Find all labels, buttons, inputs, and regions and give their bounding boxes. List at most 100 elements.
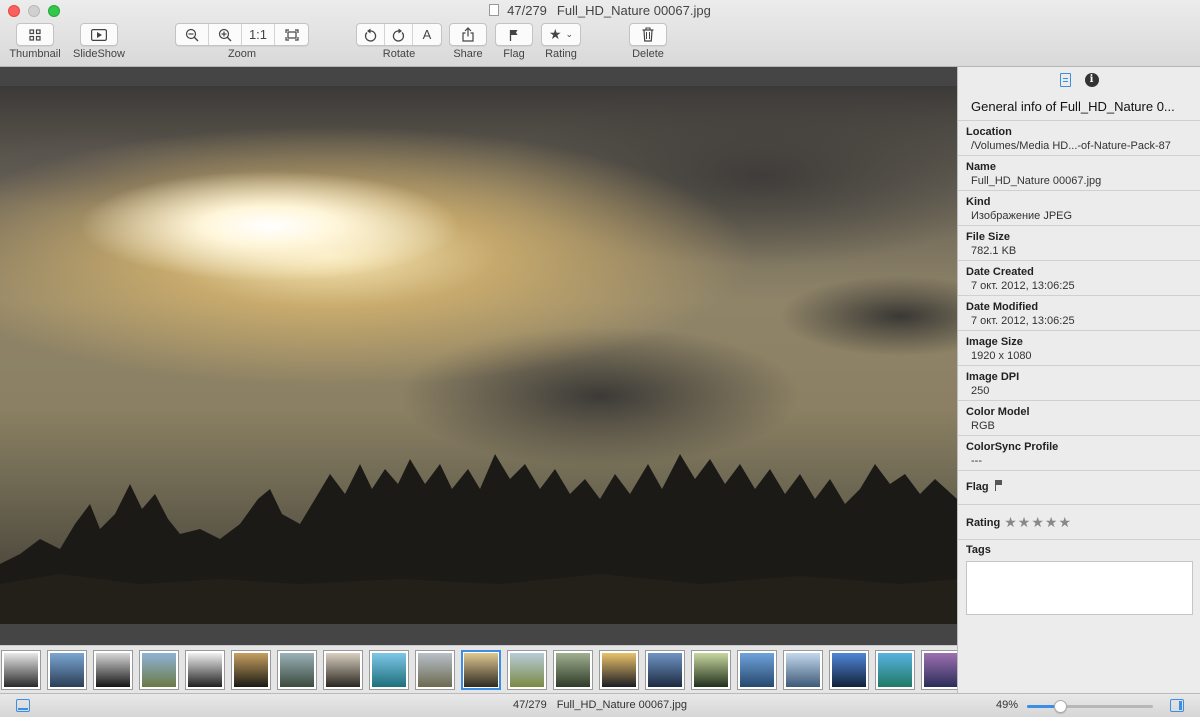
chevron-down-icon: ⌄ (565, 29, 574, 39)
rating-stars[interactable]: ★★★★★ (1004, 514, 1072, 531)
flag-label: Flag (503, 48, 525, 60)
filmstrip-thumbnail[interactable] (461, 650, 501, 690)
filmstrip-thumbnail[interactable] (599, 650, 639, 690)
document-icon (489, 4, 500, 16)
field-image-dpi: Image DPI 250 (958, 366, 1200, 401)
thumbnail-image (188, 653, 222, 687)
tree-silhouette (0, 454, 957, 624)
field-date-created: Date Created 7 окт. 2012, 13:06:25 (958, 261, 1200, 296)
thumbnail-image (556, 653, 590, 687)
info-tab-icon[interactable]: i (1084, 73, 1099, 87)
zoom-out-icon (185, 28, 199, 41)
fit-screen-button[interactable] (275, 24, 308, 45)
filmstrip-thumbnail[interactable] (1, 650, 41, 690)
zoom-in-button[interactable] (209, 24, 242, 45)
rotate-label: Rotate (382, 48, 416, 60)
share-button[interactable] (449, 23, 487, 46)
thumbnail-image (280, 653, 314, 687)
main-photo (0, 86, 957, 624)
zoom-slider-knob[interactable] (1053, 700, 1067, 713)
field-colorsync-profile: ColorSync Profile --- (958, 436, 1200, 471)
filmstrip-thumbnail[interactable] (783, 650, 823, 690)
actual-size-button[interactable]: 1:1 (242, 24, 275, 45)
filmstrip-thumbnail[interactable] (369, 650, 409, 690)
field-image-size: Image Size 1920 x 1080 (958, 331, 1200, 366)
divider (958, 539, 1200, 540)
star-icon: ★ ⌄ (548, 26, 574, 42)
filmstrip-thumbnail[interactable] (921, 650, 957, 690)
field-value: 782.1 KB (971, 245, 1017, 257)
field-label: Date Created (966, 266, 1034, 278)
filmstrip[interactable] (0, 645, 957, 693)
flag-icon[interactable] (994, 480, 1003, 491)
auto-enhance-button[interactable]: A (413, 24, 441, 45)
filmstrip-thumbnail[interactable] (277, 650, 317, 690)
thumbnail-image (4, 653, 38, 687)
toolbar: 47/279 Full_HD_Nature 00067.jpg Thumbnail… (0, 0, 1200, 67)
filmstrip-thumbnail[interactable] (185, 650, 225, 690)
zoom-in-icon (218, 28, 232, 41)
filmstrip-thumbnail[interactable] (737, 650, 777, 690)
flag-row: Flag (966, 480, 1003, 493)
rating-row: Rating ★★★★★ (966, 514, 1072, 531)
filmstrip-thumbnail[interactable] (231, 650, 271, 690)
field-value: RGB (971, 420, 995, 432)
filmstrip-thumbnail[interactable] (829, 650, 869, 690)
thumbnail-image (372, 653, 406, 687)
field-value: 7 окт. 2012, 13:06:25 (971, 280, 1075, 292)
rotate-right-icon (392, 28, 405, 42)
field-value: /Volumes/Media HD...-of-Nature-Pack-87 (971, 140, 1171, 152)
tags-label: Tags (966, 544, 991, 556)
filmstrip-thumbnail[interactable] (93, 650, 133, 690)
panel-tabs: i (958, 67, 1200, 91)
filmstrip-thumbnail[interactable] (323, 650, 363, 690)
field-value: Full_HD_Nature 00067.jpg (971, 175, 1102, 187)
zoom-control: 1:1 (175, 23, 309, 46)
thumbnail-image (602, 653, 636, 687)
field-label: Image DPI (966, 371, 1020, 383)
flag-field-label: Flag (966, 481, 989, 493)
image-viewer[interactable] (0, 67, 957, 645)
thumbnail-image (96, 653, 130, 687)
delete-button[interactable] (629, 23, 667, 46)
fit-screen-icon (284, 28, 299, 41)
status-bar: 47/279 Full_HD_Nature 00067.jpg 49% (0, 693, 1200, 717)
field-value: --- (971, 455, 982, 467)
filmstrip-thumbnail[interactable] (553, 650, 593, 690)
divider (958, 504, 1200, 505)
filmstrip-thumbnail[interactable] (415, 650, 455, 690)
rating-label: Rating (545, 48, 577, 60)
field-value: 250 (971, 385, 990, 397)
rotate-control: A (356, 23, 442, 46)
filmstrip-thumbnail[interactable] (875, 650, 915, 690)
filmstrip-thumbnail[interactable] (691, 650, 731, 690)
zoom-slider[interactable] (1027, 700, 1153, 713)
filmstrip-thumbnail[interactable] (139, 650, 179, 690)
field-value: 1920 x 1080 (971, 350, 1032, 362)
window-title-counter: 47/279 (507, 3, 547, 18)
slideshow-button[interactable] (80, 23, 118, 46)
flag-button[interactable] (495, 23, 533, 46)
filmstrip-thumbnail[interactable] (507, 650, 547, 690)
thumbnail-image (326, 653, 360, 687)
zoom-out-button[interactable] (176, 24, 209, 45)
window-title: 47/279 Full_HD_Nature 00067.jpg (0, 3, 1200, 18)
field-color-model: Color Model RGB (958, 401, 1200, 436)
tags-input[interactable] (966, 561, 1193, 615)
rotate-left-button[interactable] (357, 24, 385, 45)
rating-button[interactable]: ★ ⌄ (541, 23, 581, 46)
field-label: File Size (966, 231, 1011, 243)
field-label: Name (966, 161, 996, 173)
filmstrip-thumbnail[interactable] (47, 650, 87, 690)
field-label: Kind (966, 196, 991, 208)
delete-label: Delete (632, 48, 664, 60)
toggle-info-panel-icon[interactable] (1170, 699, 1184, 712)
rotate-right-button[interactable] (385, 24, 413, 45)
thumbnail-button[interactable] (16, 23, 54, 46)
thumbnail-image (786, 653, 820, 687)
general-info-tab-icon[interactable] (1059, 73, 1071, 87)
field-label: Date Modified (966, 301, 1039, 313)
filmstrip-thumbnail[interactable] (645, 650, 685, 690)
zoom-percentage: 49% (996, 699, 1019, 711)
status-filename: Full_HD_Nature 00067.jpg (556, 699, 687, 711)
